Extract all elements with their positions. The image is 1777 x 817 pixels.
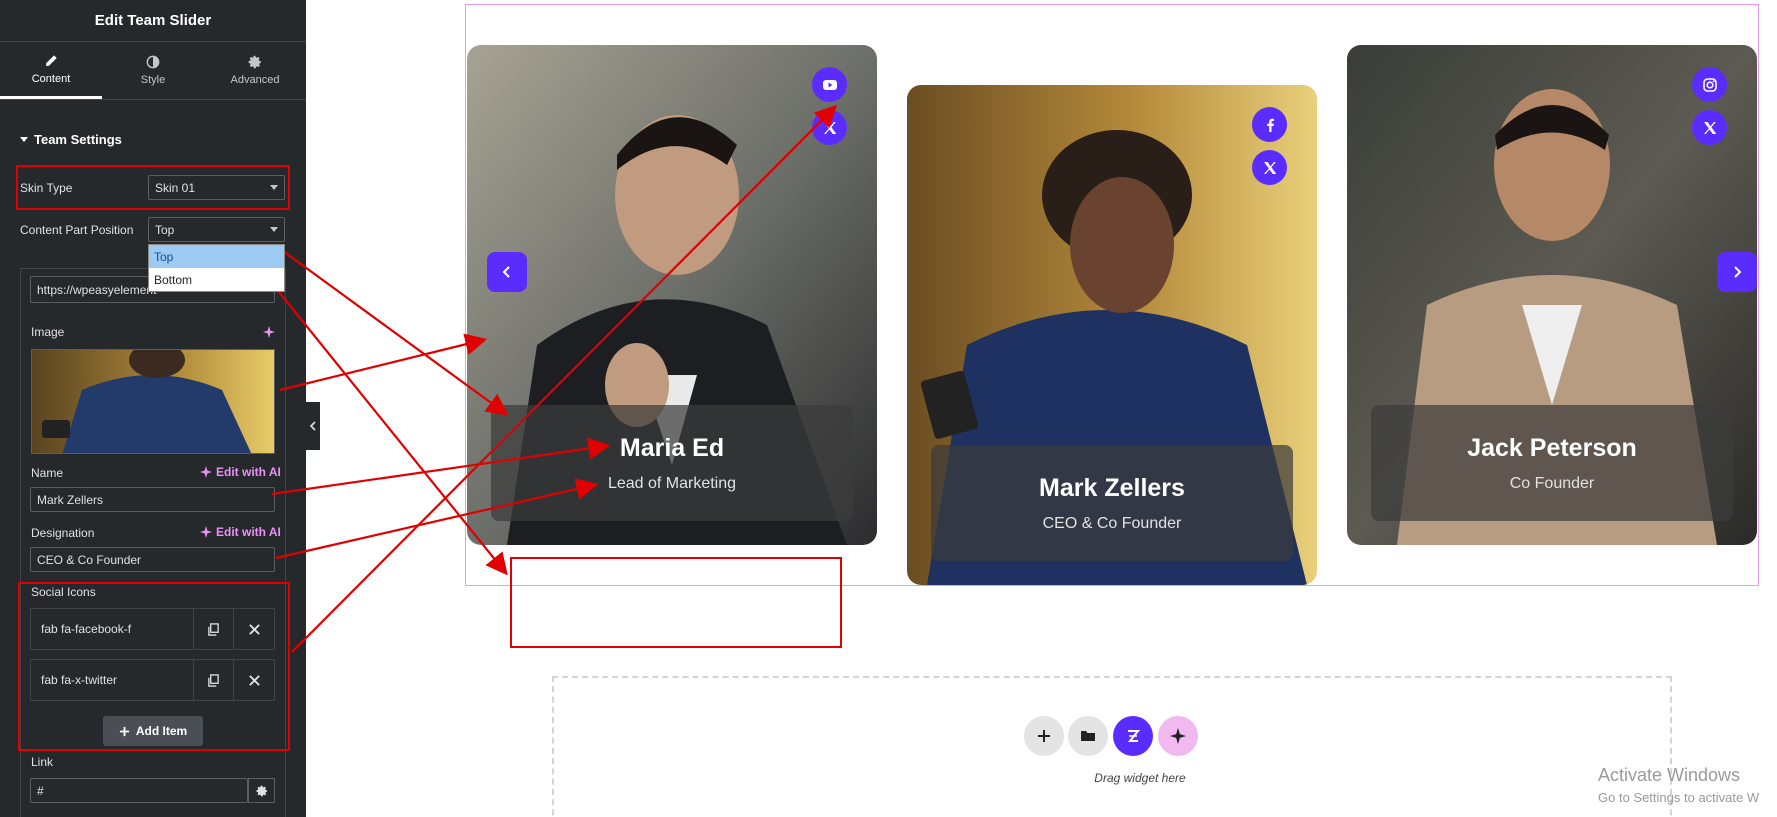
content-position-select[interactable]: Top bbox=[148, 217, 285, 242]
team-card[interactable]: Jack Peterson Co Founder bbox=[1347, 45, 1757, 545]
member-role: Co Founder bbox=[1509, 474, 1595, 492]
team-card[interactable]: Mark Zellers CEO & Co Founder bbox=[907, 85, 1317, 585]
team-card[interactable]: Maria Ed Lead of Marketing bbox=[467, 45, 877, 545]
panel-tabs: Content Style Advanced bbox=[0, 42, 306, 100]
add-template-button[interactable] bbox=[1068, 716, 1108, 756]
annotation-box-skin-type bbox=[16, 165, 290, 210]
designation-ai-label: Edit with AI bbox=[216, 525, 281, 539]
link-input[interactable]: # bbox=[30, 778, 248, 803]
folder-icon bbox=[1081, 731, 1095, 741]
editor-screen: Edit Team Slider Content Style Advanced … bbox=[0, 0, 1777, 817]
x-twitter-icon[interactable] bbox=[1252, 150, 1287, 185]
name-input-value: Mark Zellers bbox=[37, 492, 104, 507]
link-input-value: # bbox=[37, 783, 44, 798]
dropdown-option-top[interactable]: Top bbox=[149, 245, 284, 268]
designation-input-value: CEO & Co Founder bbox=[37, 552, 142, 567]
image-thumbnail[interactable] bbox=[31, 349, 275, 454]
link-label: Link bbox=[31, 755, 54, 769]
contrast-icon bbox=[146, 55, 160, 69]
member-name: Jack Peterson bbox=[1467, 433, 1637, 462]
dropzone-hint: Drag widget here bbox=[1094, 771, 1186, 785]
member-role: Lead of Marketing bbox=[607, 474, 737, 492]
designation-input[interactable]: CEO & Co Founder bbox=[30, 547, 275, 572]
tab-style-label: Style bbox=[140, 74, 166, 86]
activation-watermark-title: Activate Windows bbox=[1598, 765, 1741, 785]
chevron-left-icon bbox=[309, 421, 316, 431]
ai-sparkle-icon[interactable] bbox=[263, 326, 275, 338]
ai-sparkle-icon bbox=[200, 526, 212, 538]
slider-prev-button[interactable] bbox=[487, 252, 527, 292]
tab-content-label: Content bbox=[31, 72, 71, 85]
add-section-button[interactable] bbox=[1024, 716, 1064, 756]
annotation-box-social-icons bbox=[18, 582, 290, 751]
image-label: Image bbox=[31, 325, 65, 339]
content-position-value: Top bbox=[155, 222, 175, 237]
ai-generate-button[interactable] bbox=[1158, 716, 1198, 756]
tab-advanced-label: Advanced bbox=[230, 74, 280, 86]
content-position-dropdown: Top Bottom bbox=[148, 244, 285, 292]
plus-icon bbox=[1038, 730, 1050, 742]
member-name: Mark Zellers bbox=[1039, 473, 1185, 502]
card-info-box: Mark Zellers CEO & Co Founder bbox=[931, 445, 1293, 561]
designation-edit-with-ai-link[interactable]: Edit with AI bbox=[200, 525, 281, 539]
x-twitter-icon[interactable] bbox=[812, 110, 847, 145]
card-info-box: Jack Peterson Co Founder bbox=[1371, 405, 1733, 521]
name-edit-with-ai-link[interactable]: Edit with AI bbox=[200, 465, 281, 479]
url-value: https://wpeasyelement bbox=[37, 282, 157, 297]
activation-watermark-subtitle: Go to Settings to activate W bbox=[1598, 790, 1760, 805]
youtube-icon[interactable] bbox=[812, 67, 847, 102]
tab-advanced[interactable]: Advanced bbox=[204, 42, 306, 99]
member-role: CEO & Co Founder bbox=[1042, 514, 1182, 532]
card-info-box: Maria Ed Lead of Marketing bbox=[491, 405, 853, 521]
chevron-down-icon bbox=[270, 227, 278, 232]
thumbnail-photo bbox=[32, 350, 274, 453]
chevron-left-icon bbox=[502, 266, 510, 278]
widget-dropzone[interactable] bbox=[552, 676, 1672, 817]
content-position-label: Content Part Position bbox=[20, 223, 134, 237]
collapse-panel-button[interactable] bbox=[306, 402, 320, 450]
caret-down-icon bbox=[20, 137, 28, 142]
tab-content[interactable]: Content bbox=[0, 42, 102, 99]
link-settings-button[interactable] bbox=[248, 778, 275, 803]
section-team-settings[interactable]: Team Settings bbox=[20, 132, 122, 147]
chevron-right-icon bbox=[1734, 266, 1742, 278]
x-twitter-icon[interactable] bbox=[1692, 110, 1727, 145]
panel-title: Edit Team Slider bbox=[0, 0, 306, 42]
name-input[interactable]: Mark Zellers bbox=[30, 487, 275, 512]
name-ai-label: Edit with AI bbox=[216, 465, 281, 479]
ai-sparkle-icon bbox=[200, 466, 212, 478]
gear-icon bbox=[248, 55, 261, 69]
member-name: Maria Ed bbox=[619, 433, 725, 462]
gear-icon bbox=[256, 785, 267, 796]
plugin-logo-button[interactable] bbox=[1113, 716, 1153, 756]
tab-style[interactable]: Style bbox=[102, 42, 204, 99]
plugin-logo-icon bbox=[1127, 730, 1141, 742]
annotation-box-empty-area bbox=[510, 557, 842, 648]
slider-next-button[interactable] bbox=[1717, 252, 1757, 292]
facebook-icon[interactable] bbox=[1252, 107, 1287, 142]
section-title-label: Team Settings bbox=[34, 132, 122, 147]
dropdown-option-bottom[interactable]: Bottom bbox=[149, 268, 284, 291]
designation-label: Designation bbox=[31, 526, 95, 540]
instagram-icon[interactable] bbox=[1692, 67, 1727, 102]
name-label: Name bbox=[31, 466, 64, 480]
ai-sparkle-icon bbox=[1170, 728, 1186, 744]
pencil-icon bbox=[46, 54, 57, 66]
